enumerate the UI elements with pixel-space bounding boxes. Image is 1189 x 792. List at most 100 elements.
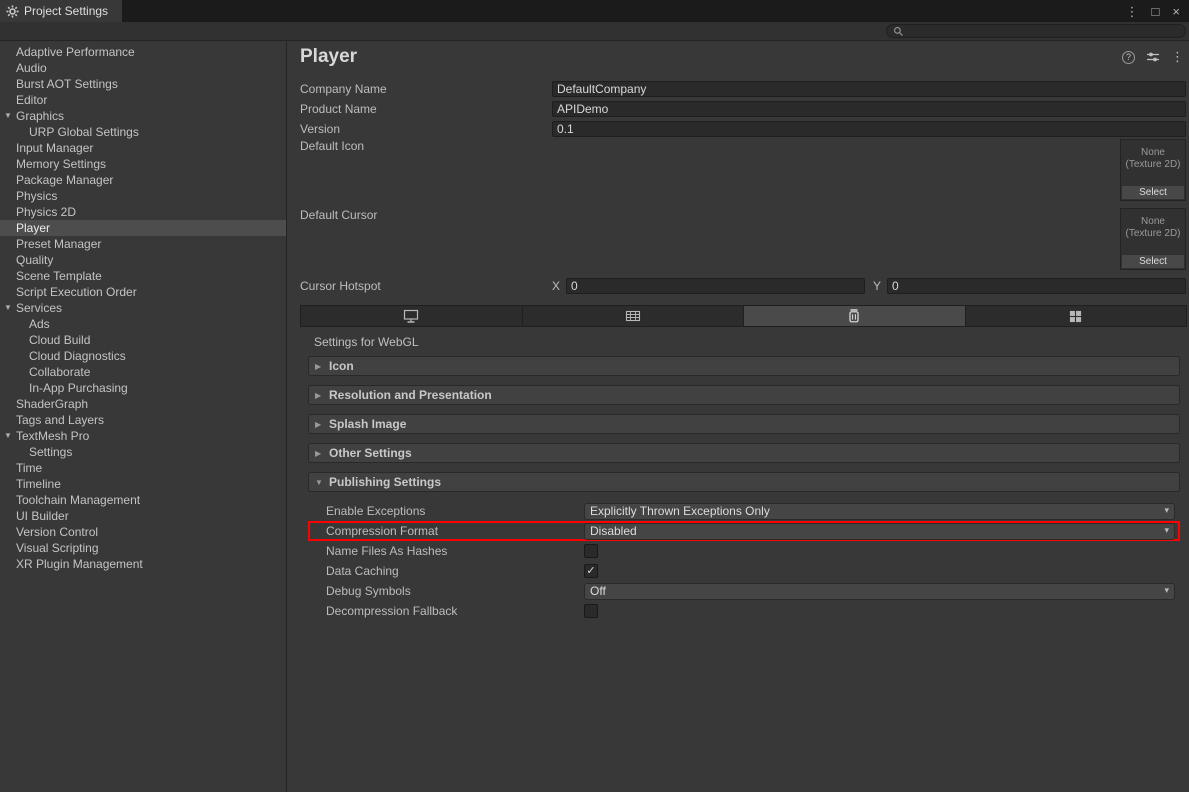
default-cursor-object-field[interactable]: None (Texture 2D) Select — [1120, 208, 1186, 270]
dropdown-value: Disabled — [590, 524, 637, 538]
sidebar-item[interactable]: Toolchain Management — [0, 492, 286, 508]
sidebar-item[interactable]: Cloud Diagnostics — [0, 348, 286, 364]
sidebar-item-label: Memory Settings — [16, 157, 106, 171]
platform-tab-desktop[interactable] — [301, 306, 523, 326]
sidebar-item[interactable]: Preset Manager — [0, 236, 286, 252]
version-input[interactable]: 0.1 — [552, 121, 1186, 137]
sidebar-item[interactable]: Input Manager — [0, 140, 286, 156]
presets-icon[interactable] — [1146, 51, 1160, 63]
window-controls: ⋮ □ × — [1126, 0, 1189, 22]
sidebar-item[interactable]: Timeline — [0, 476, 286, 492]
foldout-icon: ▶ — [315, 391, 329, 400]
sidebar-item-label: Version Control — [16, 525, 98, 539]
close-icon[interactable]: × — [1172, 5, 1180, 18]
hotspot-x-value: 0 — [571, 279, 578, 293]
sidebar-item[interactable]: Time — [0, 460, 286, 476]
foldout-icon[interactable]: ▼ — [2, 108, 14, 124]
setting-label: Compression Format — [326, 524, 584, 538]
sidebar-item-label: Ads — [29, 317, 50, 331]
checkbox[interactable] — [584, 604, 598, 618]
dropdown-field[interactable]: Explicitly Thrown Exceptions Only ▾ — [584, 503, 1175, 520]
sidebar-item[interactable]: Collaborate — [0, 364, 286, 380]
sidebar-item[interactable]: Audio — [0, 60, 286, 76]
dropdown-value: Explicitly Thrown Exceptions Only — [590, 504, 770, 518]
dropdown-field[interactable]: Disabled ▾ — [584, 523, 1175, 540]
window-tab-project-settings[interactable]: Project Settings — [0, 0, 122, 22]
sidebar-item[interactable]: ShaderGraph — [0, 396, 286, 412]
sidebar-item[interactable]: Settings — [0, 444, 286, 460]
sidebar-item[interactable]: ▼ Services — [0, 300, 286, 316]
sidebar-item-label: Settings — [29, 445, 72, 459]
sidebar-item[interactable]: Script Execution Order — [0, 284, 286, 300]
hotspot-y-input[interactable]: 0 — [887, 278, 1186, 294]
platform-tab-uwp[interactable] — [966, 306, 1187, 326]
sidebar-item[interactable]: Burst AOT Settings — [0, 76, 286, 92]
setting-label: Debug Symbols — [326, 584, 584, 598]
sidebar-item[interactable]: Visual Scripting — [0, 540, 286, 556]
platform-tab-webgl[interactable] — [744, 306, 966, 326]
hotspot-x-input[interactable]: 0 — [566, 278, 865, 294]
search-field[interactable] — [886, 24, 1186, 38]
window-menu-icon[interactable]: ⋮ — [1126, 5, 1139, 18]
sidebar-item[interactable]: Ads — [0, 316, 286, 332]
sidebar-item[interactable]: In-App Purchasing — [0, 380, 286, 396]
company-name-input[interactable]: DefaultCompany — [552, 81, 1186, 97]
sidebar-item-label: ShaderGraph — [16, 397, 88, 411]
platform-tab-bar — [300, 305, 1187, 327]
section-foldout[interactable]: ▼ Publishing Settings — [308, 472, 1180, 492]
sidebar-item[interactable]: Editor — [0, 92, 286, 108]
field-label-default-icon: Default Icon — [300, 139, 552, 153]
sidebar-item-label: In-App Purchasing — [29, 381, 128, 395]
sidebar-item[interactable]: Tags and Layers — [0, 412, 286, 428]
default-cursor-select-button[interactable]: Select — [1122, 255, 1184, 268]
sidebar-item-label: Scene Template — [16, 269, 102, 283]
default-icon-object-field[interactable]: None (Texture 2D) Select — [1120, 139, 1186, 201]
sidebar-item[interactable]: Package Manager — [0, 172, 286, 188]
maximize-icon[interactable]: □ — [1152, 5, 1160, 18]
sidebar-item[interactable]: UI Builder — [0, 508, 286, 524]
field-label-cursor-hotspot: Cursor Hotspot — [300, 279, 552, 293]
dropdown-arrow-icon: ▾ — [1164, 585, 1169, 596]
sidebar-item-label: Services — [16, 301, 62, 315]
settings-for-heading: Settings for WebGL — [314, 335, 1186, 349]
section-label: Resolution and Presentation — [329, 388, 492, 402]
sidebar-item[interactable]: URP Global Settings — [0, 124, 286, 140]
sidebar-item-label: UI Builder — [16, 509, 69, 523]
platform-tab-server[interactable] — [523, 306, 745, 326]
sidebar-item[interactable]: ▼ TextMesh Pro — [0, 428, 286, 444]
webgl-icon — [848, 309, 860, 323]
sidebar-item[interactable]: ▼ Graphics — [0, 108, 286, 124]
sidebar-item[interactable]: Player — [0, 220, 286, 236]
product-name-input[interactable]: APIDemo — [552, 101, 1186, 117]
section-list: ▶ Icon ▶ Resolution and Presentation ▶ S… — [308, 356, 1180, 492]
section-foldout[interactable]: ▶ Resolution and Presentation — [308, 385, 1180, 405]
more-menu-icon[interactable]: ⋮ — [1171, 49, 1184, 65]
setting-label: Data Caching — [326, 564, 584, 578]
default-icon-select-button[interactable]: Select — [1122, 186, 1184, 199]
sidebar-item[interactable]: Physics 2D — [0, 204, 286, 220]
sidebar-item[interactable]: Version Control — [0, 524, 286, 540]
help-icon[interactable]: ? — [1122, 51, 1135, 64]
sidebar-item[interactable]: Memory Settings — [0, 156, 286, 172]
sidebar-item-label: Timeline — [16, 477, 61, 491]
publishing-setting-row: Decompression Fallback ▾ — [308, 601, 1180, 621]
checkbox[interactable] — [584, 544, 598, 558]
section-foldout[interactable]: ▶ Splash Image — [308, 414, 1180, 434]
foldout-icon[interactable]: ▼ — [2, 300, 14, 316]
sidebar-item[interactable]: XR Plugin Management — [0, 556, 286, 572]
product-name-value: APIDemo — [557, 102, 608, 116]
sidebar-item[interactable]: Physics — [0, 188, 286, 204]
sidebar-item[interactable]: Quality — [0, 252, 286, 268]
sidebar-item[interactable]: Adaptive Performance — [0, 44, 286, 60]
foldout-icon[interactable]: ▼ — [2, 428, 14, 444]
dropdown-arrow-icon: ▾ — [1164, 525, 1169, 536]
section-foldout[interactable]: ▶ Other Settings — [308, 443, 1180, 463]
checkbox[interactable]: ✓ — [584, 564, 598, 578]
sidebar-item[interactable]: Cloud Build — [0, 332, 286, 348]
sidebar-item[interactable]: Scene Template — [0, 268, 286, 284]
sidebar-item-label: Time — [16, 461, 42, 475]
search-input[interactable] — [904, 25, 1179, 37]
dropdown-field[interactable]: Off ▾ — [584, 583, 1175, 600]
sidebar-item-label: Visual Scripting — [16, 541, 99, 555]
section-foldout[interactable]: ▶ Icon — [308, 356, 1180, 376]
